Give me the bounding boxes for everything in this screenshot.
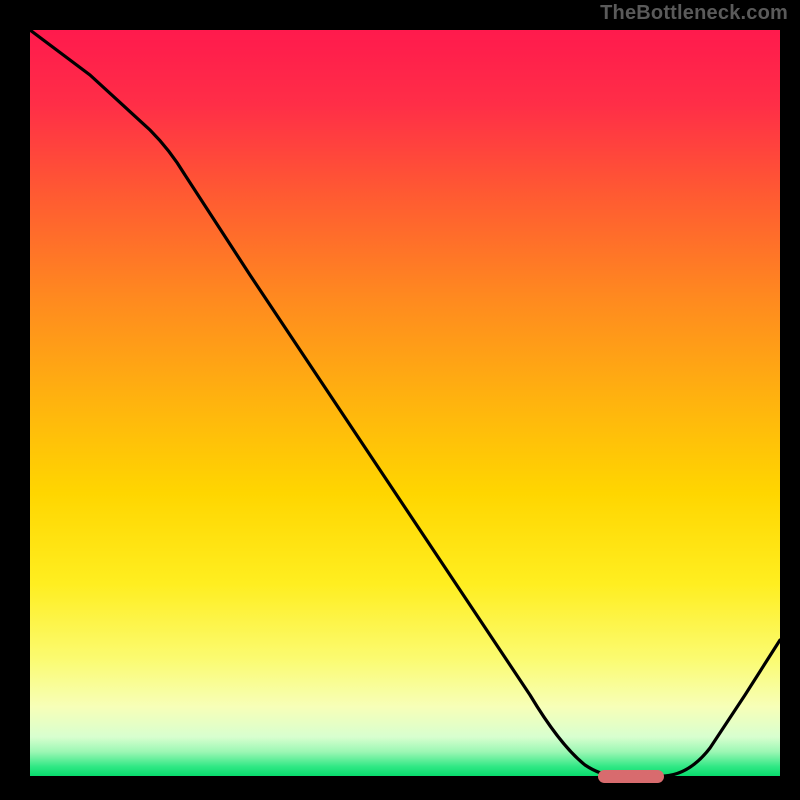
watermark-text: TheBottleneck.com [600, 2, 788, 25]
chart-stage: TheBottleneck.com [0, 0, 800, 800]
valley-marker [598, 770, 664, 783]
plot-area [30, 30, 780, 778]
chart-svg [0, 0, 800, 800]
